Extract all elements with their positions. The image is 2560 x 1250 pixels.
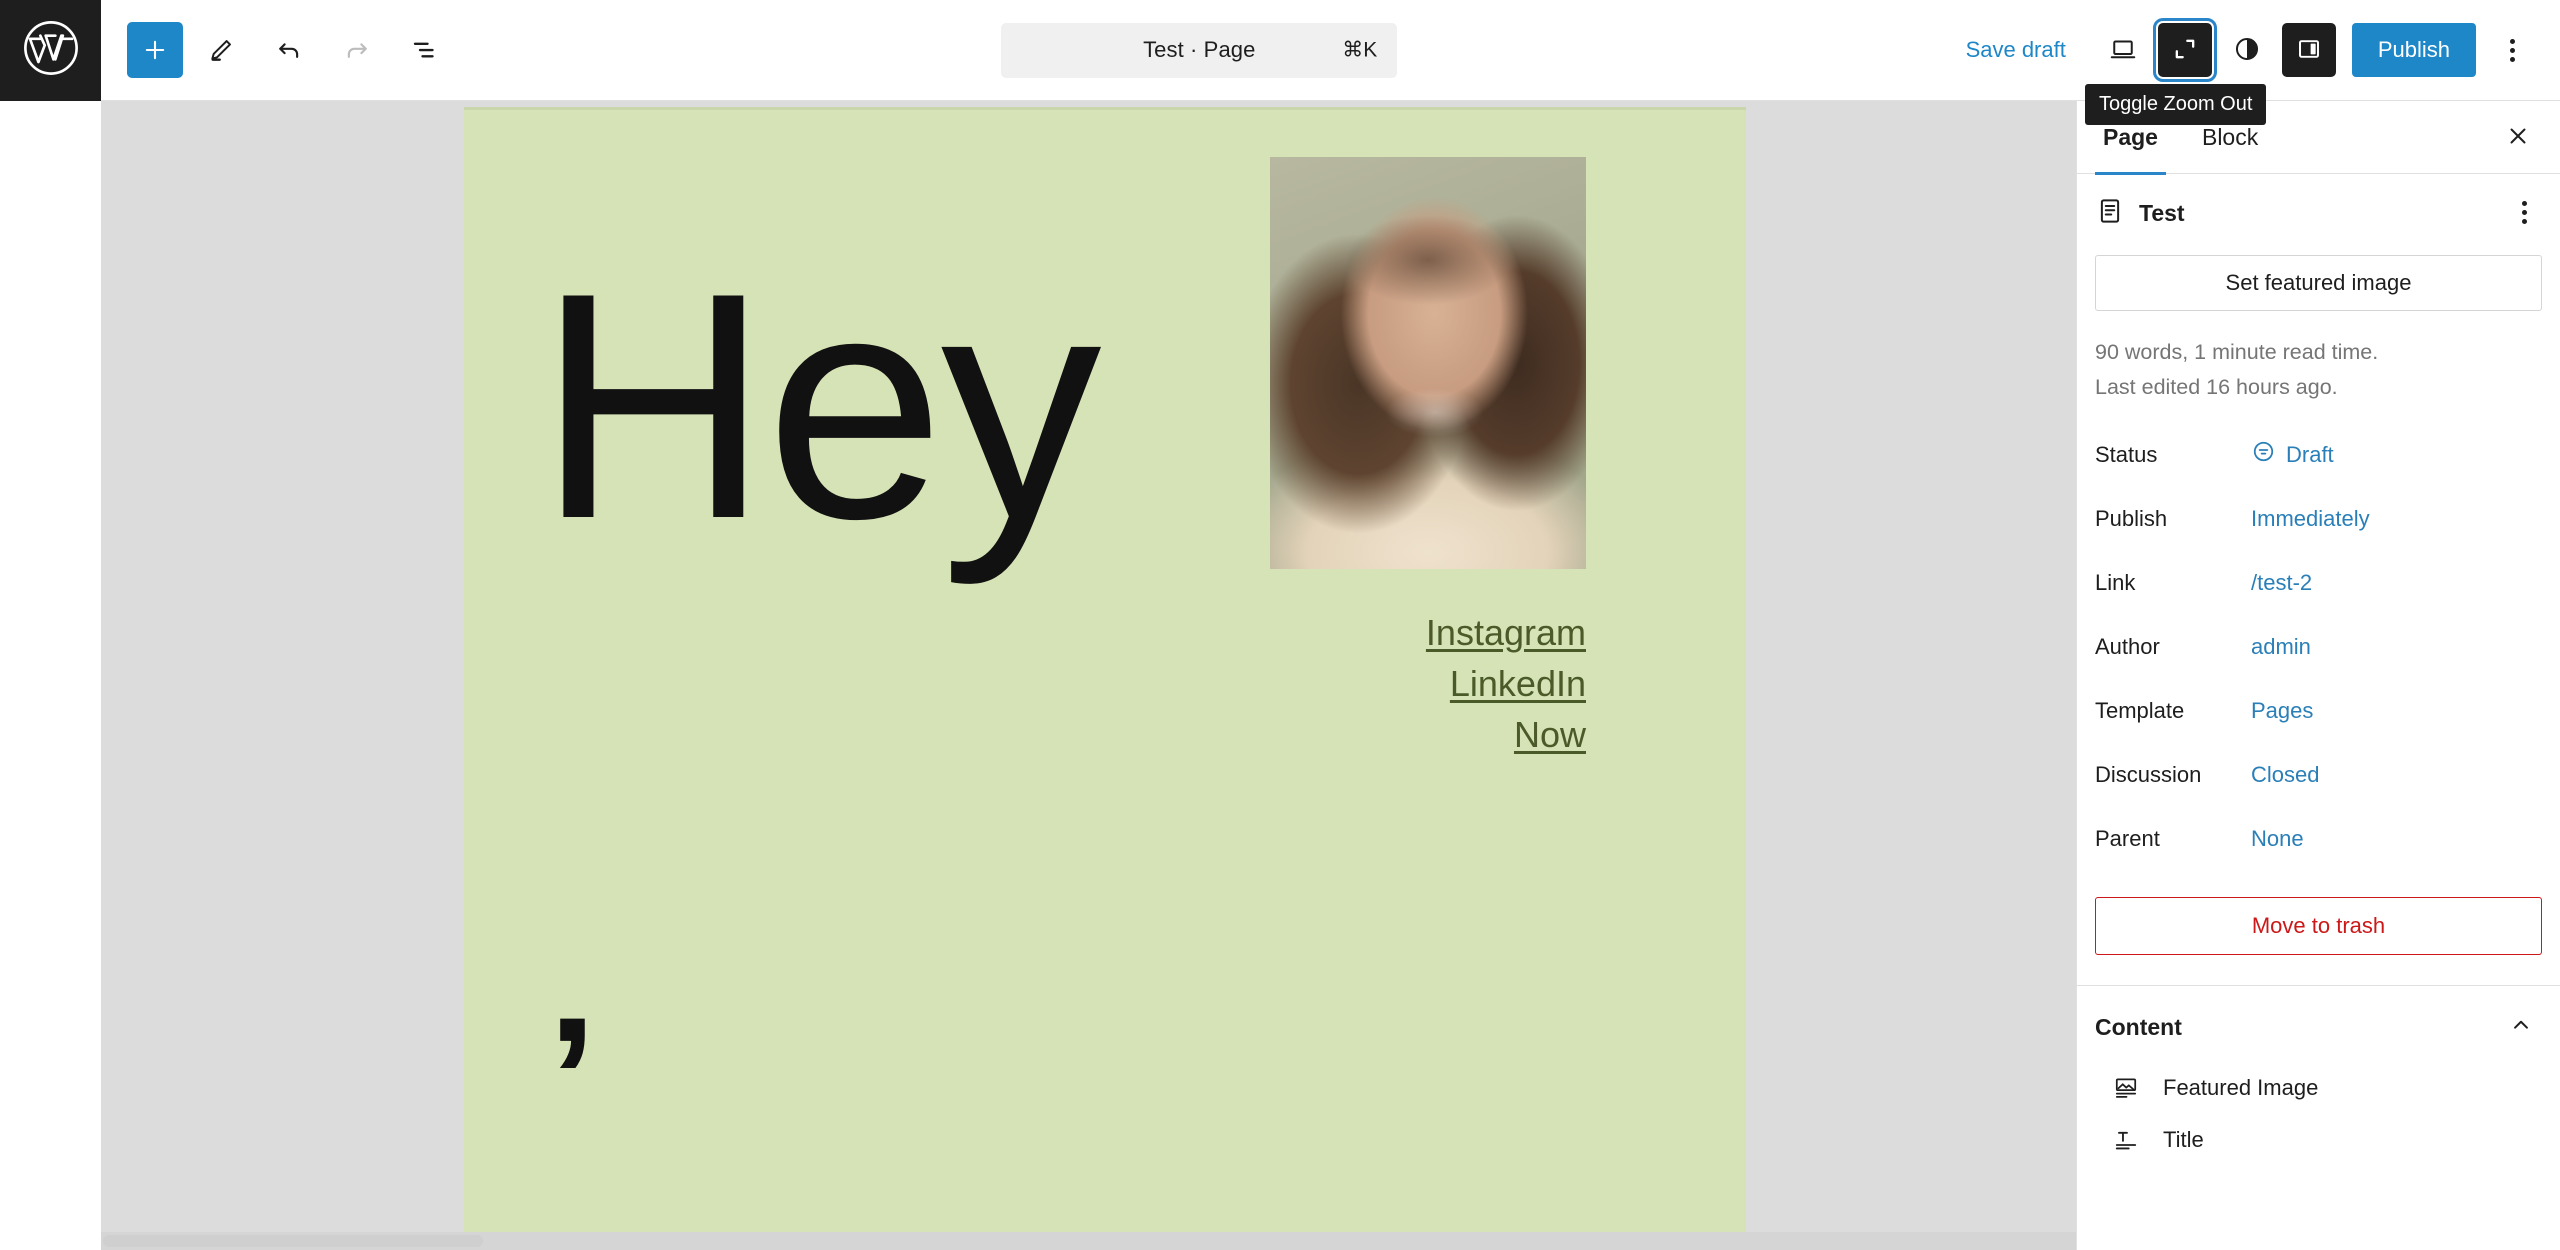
kebab-vertical-icon	[2522, 201, 2527, 224]
undo-arrow-icon	[274, 35, 304, 65]
field-value-publish[interactable]: Immediately	[2251, 506, 2370, 532]
content-panel-header[interactable]: Content	[2077, 986, 2560, 1062]
publish-button[interactable]: Publish	[2352, 23, 2476, 77]
field-value-discussion[interactable]: Closed	[2251, 762, 2319, 788]
zoom-out-expand-icon	[2171, 35, 2199, 66]
settings-sidebar: Page Block Test Set featured image 90 wo…	[2076, 101, 2560, 1250]
styles-button[interactable]	[2218, 21, 2276, 79]
social-link-now[interactable]: Now	[1426, 709, 1586, 760]
close-x-icon	[2505, 123, 2531, 152]
document-fields: Status Draft Publish Immediately Link /t…	[2077, 411, 2560, 871]
social-link-instagram[interactable]: Instagram	[1426, 607, 1586, 658]
field-value-link[interactable]: /test-2	[2251, 570, 2312, 596]
pencil-icon	[207, 36, 235, 64]
field-label-status: Status	[2095, 442, 2251, 468]
field-label-publish: Publish	[2095, 506, 2251, 532]
word-count-text: 90 words, 1 minute read time.	[2095, 335, 2542, 370]
field-value-status-text: Draft	[2286, 442, 2334, 468]
document-title: Test	[2139, 200, 2185, 227]
toolbar-left-group	[101, 20, 455, 80]
redo-button[interactable]	[327, 20, 387, 80]
editor-canvas-area: Hey Instagram LinkedIn Now ’ My name is …	[101, 101, 2076, 1250]
undo-button[interactable]	[259, 20, 319, 80]
field-row-status: Status Draft	[2095, 423, 2542, 487]
chevron-up-icon[interactable]	[2508, 1012, 2534, 1044]
content-item-label: Title	[2163, 1127, 2204, 1153]
document-summary-row[interactable]: Test	[2077, 174, 2560, 251]
add-block-button[interactable]	[127, 22, 183, 78]
document-actions-button[interactable]	[2502, 189, 2546, 237]
horizontal-scrollbar-thumb[interactable]	[103, 1235, 483, 1247]
portrait-photo[interactable]	[1270, 157, 1586, 569]
list-view-button[interactable]	[395, 20, 455, 80]
settings-sidebar-toggle-button[interactable]	[2282, 23, 2336, 77]
wordpress-logo-icon	[22, 19, 80, 82]
zoom-out-tooltip: Toggle Zoom Out	[2085, 84, 2266, 125]
content-item-featured-image[interactable]: Featured Image	[2077, 1062, 2560, 1114]
content-panel-title: Content	[2095, 1014, 2182, 1041]
set-featured-image-button[interactable]: Set featured image	[2095, 255, 2542, 311]
canvas-top-rule	[464, 107, 1746, 110]
toggle-zoom-out-button[interactable]	[2158, 23, 2212, 77]
hero-heading[interactable]: Hey	[537, 262, 1098, 552]
field-label-discussion: Discussion	[2095, 762, 2251, 788]
plus-icon	[141, 36, 169, 64]
wordpress-logo-button[interactable]	[0, 0, 101, 101]
preview-device-button[interactable]	[2094, 21, 2152, 79]
social-link-linkedin[interactable]: LinkedIn	[1426, 658, 1586, 709]
draft-circle-icon	[2251, 439, 2276, 470]
field-row-parent: Parent None	[2095, 807, 2542, 871]
title-t-icon	[2111, 1125, 2141, 1155]
field-row-publish: Publish Immediately	[2095, 487, 2542, 551]
document-meta: 90 words, 1 minute read time. Last edite…	[2077, 311, 2560, 411]
horizontal-scrollbar[interactable]	[101, 1232, 2076, 1250]
field-value-template[interactable]: Pages	[2251, 698, 2313, 724]
document-outline-icon	[410, 35, 440, 65]
content-item-label: Featured Image	[2163, 1075, 2318, 1101]
contrast-circle-icon	[2233, 35, 2261, 66]
field-row-discussion: Discussion Closed	[2095, 743, 2542, 807]
command-bar-title: Test · Page	[1143, 37, 1255, 63]
save-draft-button[interactable]: Save draft	[1944, 37, 2088, 63]
page-document-icon	[2095, 196, 2125, 231]
last-edited-text: Last edited 16 hours ago.	[2095, 370, 2542, 405]
content-item-title[interactable]: Title	[2077, 1114, 2560, 1166]
field-label-template: Template	[2095, 698, 2251, 724]
field-label-link: Link	[2095, 570, 2251, 596]
field-value-author[interactable]: admin	[2251, 634, 2311, 660]
field-value-parent[interactable]: None	[2251, 826, 2304, 852]
social-links-list: Instagram LinkedIn Now	[1426, 607, 1586, 760]
field-row-template: Template Pages	[2095, 679, 2542, 743]
move-to-trash-button[interactable]: Move to trash	[2095, 897, 2542, 955]
command-bar[interactable]: Test · Page ⌘K	[1001, 23, 1397, 78]
field-row-link: Link /test-2	[2095, 551, 2542, 615]
kebab-vertical-icon	[2510, 39, 2515, 62]
close-sidebar-button[interactable]	[2492, 111, 2544, 163]
laptop-icon	[2108, 34, 2138, 67]
quote-glyph: ’	[548, 992, 597, 1167]
redo-arrow-icon	[342, 35, 372, 65]
edit-tool-button[interactable]	[191, 20, 251, 80]
image-block-icon	[2111, 1073, 2141, 1103]
sidebar-panel-icon	[2295, 35, 2323, 66]
editor-options-button[interactable]	[2488, 21, 2536, 79]
toolbar-right-group: Save draft	[1944, 21, 2560, 79]
field-label-parent: Parent	[2095, 826, 2251, 852]
command-bar-shortcut: ⌘K	[1342, 38, 1377, 63]
field-label-author: Author	[2095, 634, 2251, 660]
field-value-status[interactable]: Draft	[2251, 439, 2334, 470]
command-bar-region: Test · Page ⌘K	[455, 23, 1944, 78]
field-row-author: Author admin	[2095, 615, 2542, 679]
page-canvas[interactable]: Hey Instagram LinkedIn Now ’ My name is …	[464, 107, 1746, 1250]
